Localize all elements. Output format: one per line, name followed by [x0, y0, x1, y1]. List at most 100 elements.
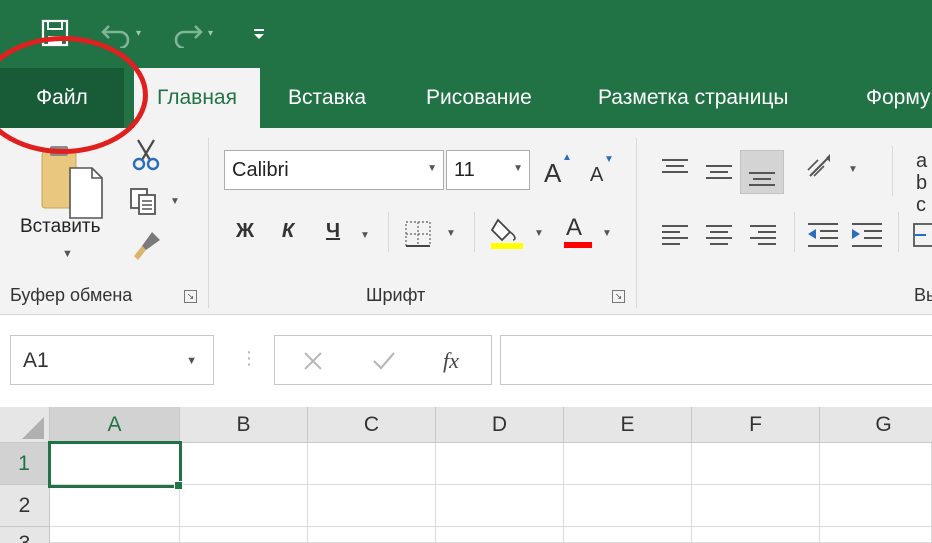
active-cell-outline: [48, 441, 182, 488]
column-header-a[interactable]: A: [50, 407, 180, 443]
cell-e1[interactable]: [564, 443, 692, 485]
cut-button[interactable]: [130, 138, 162, 172]
formula-input[interactable]: [500, 335, 932, 385]
font-name-combo[interactable]: Calibri ▼: [224, 150, 444, 190]
fill-handle[interactable]: [174, 481, 183, 490]
select-all-icon: [22, 417, 44, 439]
orientation-button[interactable]: ▼: [804, 152, 864, 188]
align-center-button[interactable]: [704, 220, 734, 250]
paste-button[interactable]: [30, 142, 110, 262]
cell-c1[interactable]: [308, 443, 436, 485]
cancel-entry-icon[interactable]: [301, 349, 325, 373]
column-header-c[interactable]: C: [308, 407, 436, 443]
redo-dropdown-icon[interactable]: ▾: [208, 28, 213, 39]
fill-color-icon: [490, 218, 523, 249]
orientation-dropdown-icon[interactable]: ▼: [848, 164, 858, 175]
font-color-button[interactable]: A ▼: [562, 214, 622, 254]
cell-c3[interactable]: [308, 527, 436, 543]
save-icon: [41, 19, 69, 47]
font-launcher-icon[interactable]: ↘: [612, 290, 625, 303]
font-divider: [388, 212, 389, 252]
undo-button[interactable]: ▾: [100, 16, 141, 50]
align-bottom-button[interactable]: [740, 150, 784, 194]
bold-button[interactable]: Ж: [232, 220, 258, 243]
cell-g2[interactable]: [820, 485, 932, 527]
italic-button[interactable]: К: [276, 220, 300, 243]
copy-dropdown-icon[interactable]: ▼: [170, 196, 180, 207]
cell-d1[interactable]: [436, 443, 564, 485]
insert-function-button[interactable]: fx: [443, 348, 459, 374]
underline-dropdown-icon[interactable]: ▼: [360, 230, 370, 241]
cell-c2[interactable]: [308, 485, 436, 527]
cell-a2[interactable]: [50, 485, 180, 527]
paste-dropdown-icon[interactable]: ▼: [62, 248, 73, 260]
align-top-button[interactable]: [660, 154, 690, 184]
borders-dropdown-icon[interactable]: ▼: [446, 228, 456, 239]
align-left-button[interactable]: [660, 220, 690, 250]
font-size-combo[interactable]: 11 ▼: [446, 150, 530, 190]
format-painter-button[interactable]: [130, 228, 164, 262]
select-all-button[interactable]: [0, 407, 50, 443]
cell-g3[interactable]: [820, 527, 932, 543]
column-header-f[interactable]: F: [692, 407, 820, 443]
group-divider: [636, 138, 637, 308]
undo-icon: [101, 25, 130, 48]
column-header-e[interactable]: E: [564, 407, 692, 443]
align-middle-button[interactable]: [704, 154, 734, 184]
row-header-3[interactable]: 3: [0, 527, 50, 543]
tab-formulas[interactable]: Форму: [866, 68, 931, 128]
cell-f1[interactable]: [692, 443, 820, 485]
orientation-icon: [807, 154, 830, 177]
ribbon-home: Вставить ▼ ▼ Буфер обмена ↘ Calibri ▼ 11…: [0, 128, 932, 315]
tab-home[interactable]: Главная: [134, 68, 260, 128]
name-box-dropdown-icon[interactable]: ▼: [186, 355, 197, 367]
name-box[interactable]: A1 ▼: [10, 335, 214, 385]
paste-label[interactable]: Вставить: [20, 216, 101, 238]
customize-qat-button[interactable]: [252, 16, 266, 50]
save-button[interactable]: [40, 16, 70, 50]
undo-dropdown-icon[interactable]: ▾: [136, 28, 141, 39]
tab-insert[interactable]: Вставка: [288, 68, 366, 128]
align-right-button[interactable]: [748, 220, 778, 250]
font-name-dropdown-icon[interactable]: ▼: [427, 163, 437, 174]
redo-button[interactable]: ▾: [172, 16, 213, 50]
merge-cells-button[interactable]: [912, 220, 932, 250]
column-header-b[interactable]: B: [180, 407, 308, 443]
cell-g1[interactable]: [820, 443, 932, 485]
formula-bar-grip-icon[interactable]: ⋮: [240, 348, 258, 369]
borders-button[interactable]: ▼: [404, 220, 464, 250]
column-header-g[interactable]: G: [820, 407, 932, 443]
cell-a3[interactable]: [50, 527, 180, 543]
cell-f2[interactable]: [692, 485, 820, 527]
cell-f3[interactable]: [692, 527, 820, 543]
shrink-font-button[interactable]: A ▼: [588, 154, 622, 190]
row-header-2[interactable]: 2: [0, 485, 50, 527]
increase-indent-button[interactable]: [850, 220, 884, 250]
cell-e3[interactable]: [564, 527, 692, 543]
alignment-divider: [794, 212, 795, 252]
decrease-indent-button[interactable]: [806, 220, 840, 250]
cell-b1[interactable]: [180, 443, 308, 485]
cell-d3[interactable]: [436, 527, 564, 543]
cell-e2[interactable]: [564, 485, 692, 527]
font-size-dropdown-icon[interactable]: ▼: [513, 163, 523, 174]
clipboard-launcher-icon[interactable]: ↘: [184, 290, 197, 303]
cell-d2[interactable]: [436, 485, 564, 527]
fill-color-button[interactable]: ▼: [490, 214, 550, 254]
cell-b3[interactable]: [180, 527, 308, 543]
copy-button[interactable]: ▼: [128, 186, 184, 218]
wrap-text-button[interactable]: ab c: [916, 150, 932, 216]
spreadsheet-grid[interactable]: A B C D E F G 1 2 3: [0, 407, 932, 543]
grow-font-button[interactable]: A ▲: [542, 152, 576, 190]
underline-button[interactable]: Ч: [320, 220, 346, 243]
tab-file[interactable]: Файл: [0, 68, 124, 128]
tab-page-layout[interactable]: Разметка страницы: [598, 68, 789, 128]
column-header-d[interactable]: D: [436, 407, 564, 443]
row-header-1[interactable]: 1: [0, 443, 50, 485]
tab-draw[interactable]: Рисование: [426, 68, 532, 128]
cell-b2[interactable]: [180, 485, 308, 527]
fill-color-dropdown-icon[interactable]: ▼: [534, 228, 544, 239]
align-middle-icon: [706, 165, 732, 179]
font-color-dropdown-icon[interactable]: ▼: [602, 228, 612, 239]
confirm-entry-icon[interactable]: [371, 349, 397, 373]
